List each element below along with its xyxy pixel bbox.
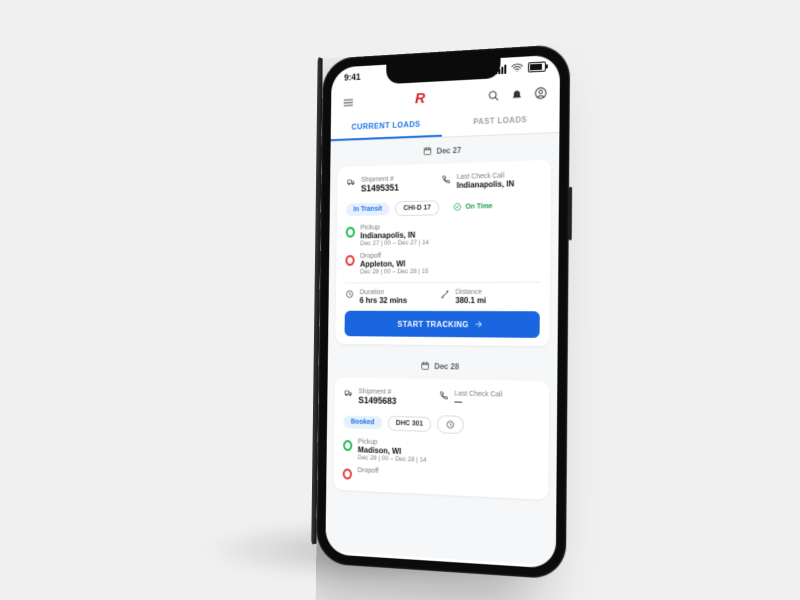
status-pill: In Transit	[346, 202, 389, 216]
tab-current-loads[interactable]: CURRENT LOADS	[331, 112, 442, 141]
screen: 9:41 R	[325, 54, 560, 568]
calendar-icon	[420, 361, 430, 371]
lastcall-value: —	[454, 397, 502, 407]
phone-icon	[441, 174, 451, 184]
content-scroll[interactable]: Dec 27 Shipment # S1495351	[325, 133, 559, 566]
phone-frame: 9:41 R	[316, 44, 570, 580]
lastcall-label: Last Check Call	[454, 390, 502, 398]
distance-icon	[440, 289, 450, 299]
date-label: Dec 27	[437, 145, 462, 155]
arrow-right-icon	[473, 319, 483, 329]
dropoff-window: Dec 28 | 00 – Dec 28 | 15	[360, 268, 429, 275]
start-tracking-button[interactable]: START TRACKING	[345, 311, 540, 338]
date-label: Dec 28	[434, 361, 459, 370]
ref-pill: DHC 301	[387, 415, 431, 431]
clock-icon	[345, 289, 354, 299]
notch	[386, 58, 500, 84]
search-icon[interactable]	[486, 88, 500, 103]
status-pill: Booked	[343, 415, 382, 429]
shipment-number: S1495683	[358, 395, 396, 406]
menu-icon[interactable]	[342, 95, 355, 109]
truck-icon	[346, 177, 355, 187]
volume-up-button	[318, 184, 321, 221]
load-card[interactable]: Shipment # S1495351 Last Check Call Indi…	[335, 160, 551, 346]
power-button	[569, 187, 572, 240]
pickup-pin-icon	[346, 225, 355, 238]
bell-icon[interactable]	[510, 86, 524, 101]
signal-icon	[495, 64, 506, 74]
phone-icon	[439, 390, 449, 400]
profile-icon[interactable]	[534, 85, 548, 100]
ref-pill: CHI-D 17	[395, 200, 440, 216]
clock-icon	[446, 419, 456, 429]
timing-pill: On Time	[445, 198, 500, 215]
dropoff-pin-icon	[345, 253, 354, 266]
dropoff-pin-icon	[343, 466, 352, 479]
load-card[interactable]: Shipment # S1495683 Last Check Call —	[333, 377, 549, 500]
calendar-icon	[422, 146, 432, 156]
pickup-pin-icon	[343, 438, 352, 451]
volume-down-button	[317, 230, 320, 267]
shipment-number: S1495351	[361, 183, 399, 194]
distance-label: Distance	[455, 289, 486, 296]
pickup-window: Dec 28 | 00 – Dec 28 | 14	[358, 454, 427, 464]
app-logo: R	[415, 90, 424, 107]
wifi-icon	[510, 61, 524, 76]
battery-icon	[528, 61, 546, 72]
duration-label: Duration	[360, 289, 408, 296]
distance-value: 380.1 mi	[455, 296, 486, 305]
status-time: 9:41	[344, 72, 361, 83]
clock-check-icon	[453, 202, 463, 212]
duration-value: 6 hrs 32 mins	[360, 296, 408, 305]
dropoff-label: Dropoff	[357, 467, 378, 475]
side-button	[319, 145, 322, 168]
truck-icon	[344, 388, 353, 398]
lastcall-value: Indianapolis, IN	[457, 179, 515, 190]
pickup-window: Dec 27 | 00 – Dec 27 | 14	[360, 239, 429, 247]
tab-past-loads[interactable]: PAST LOADS	[442, 106, 560, 136]
lastcall-label: Last Check Call	[457, 172, 515, 181]
timing-pill	[437, 415, 464, 434]
